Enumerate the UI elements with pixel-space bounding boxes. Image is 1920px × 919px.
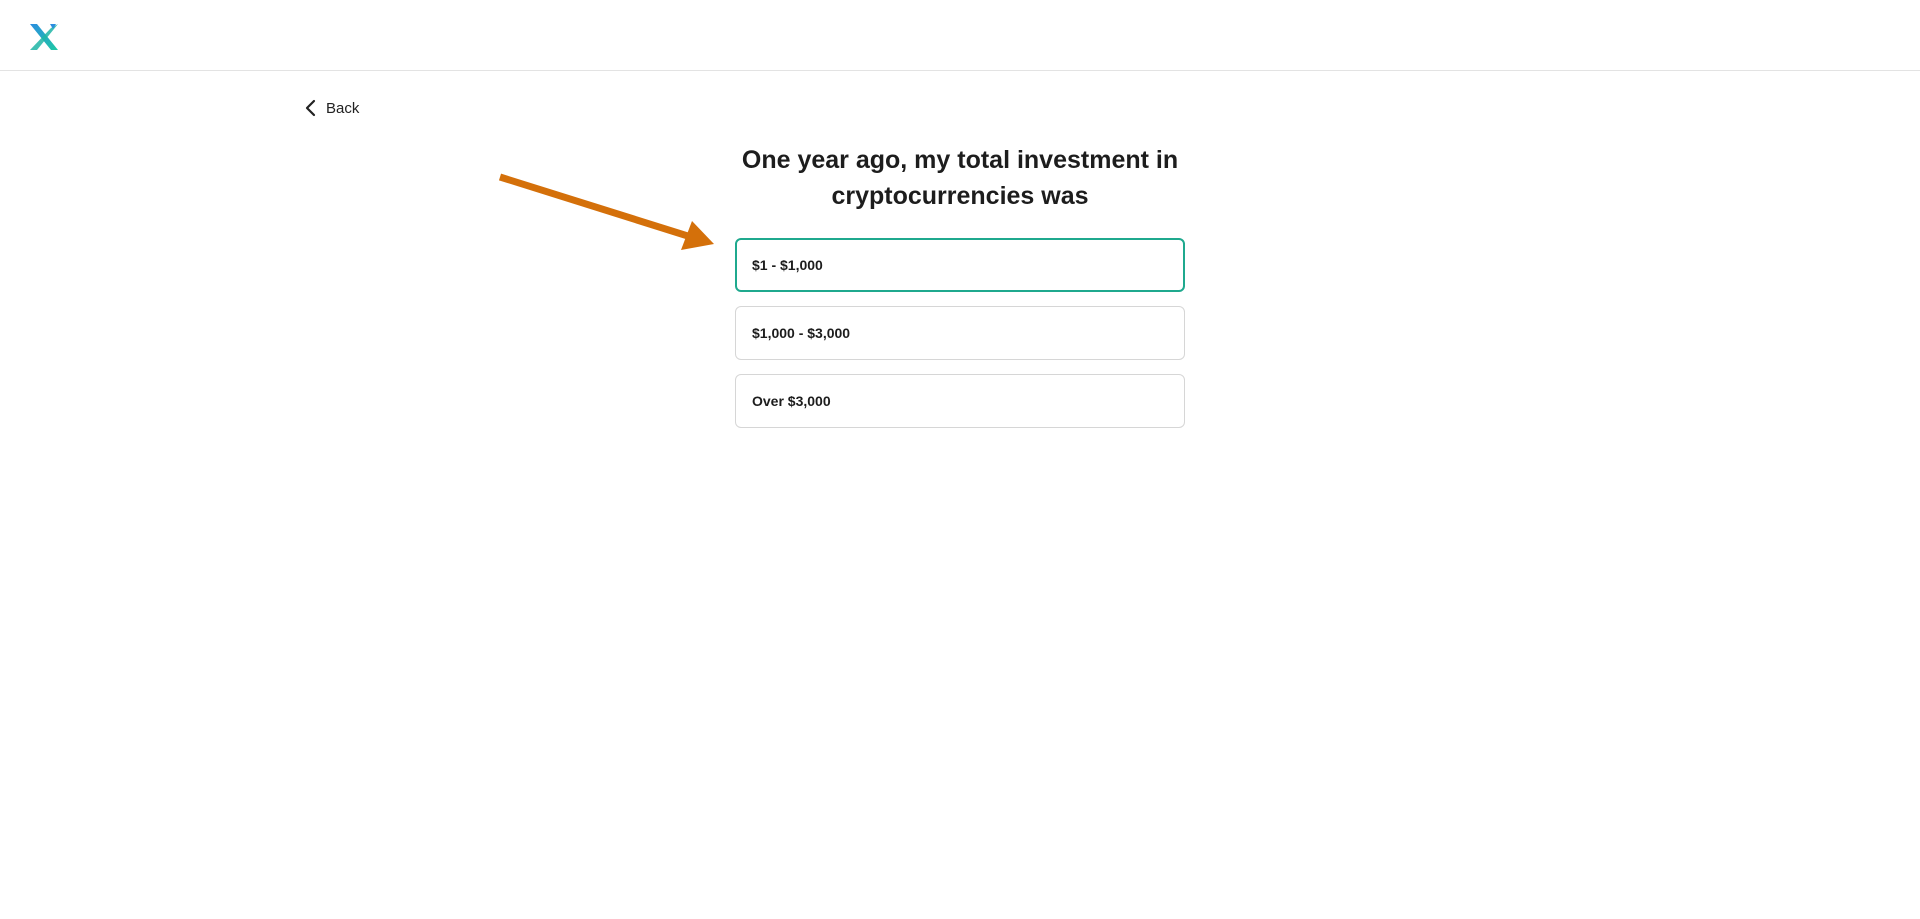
app-logo-icon[interactable] <box>28 22 60 52</box>
back-button[interactable]: Back <box>304 96 359 120</box>
back-label: Back <box>326 99 360 117</box>
question-title: One year ago, my total investment in cry… <box>741 146 1179 210</box>
option-1000-3000[interactable]: $1,000 - $3,000 <box>735 306 1185 360</box>
option-label: Over $3,000 <box>752 393 831 409</box>
top-bar <box>0 0 1920 71</box>
option-1-1000[interactable]: $1 - $1,000 <box>735 238 1185 292</box>
chevron-left-icon <box>304 99 318 117</box>
answer-options: $1 - $1,000 $1,000 - $3,000 Over $3,000 <box>735 238 1185 442</box>
option-over-3000[interactable]: Over $3,000 <box>735 374 1185 428</box>
option-label: $1,000 - $3,000 <box>752 325 851 341</box>
option-label: $1 - $1,000 <box>752 257 823 273</box>
arrow-pointer-annotation <box>498 173 714 250</box>
